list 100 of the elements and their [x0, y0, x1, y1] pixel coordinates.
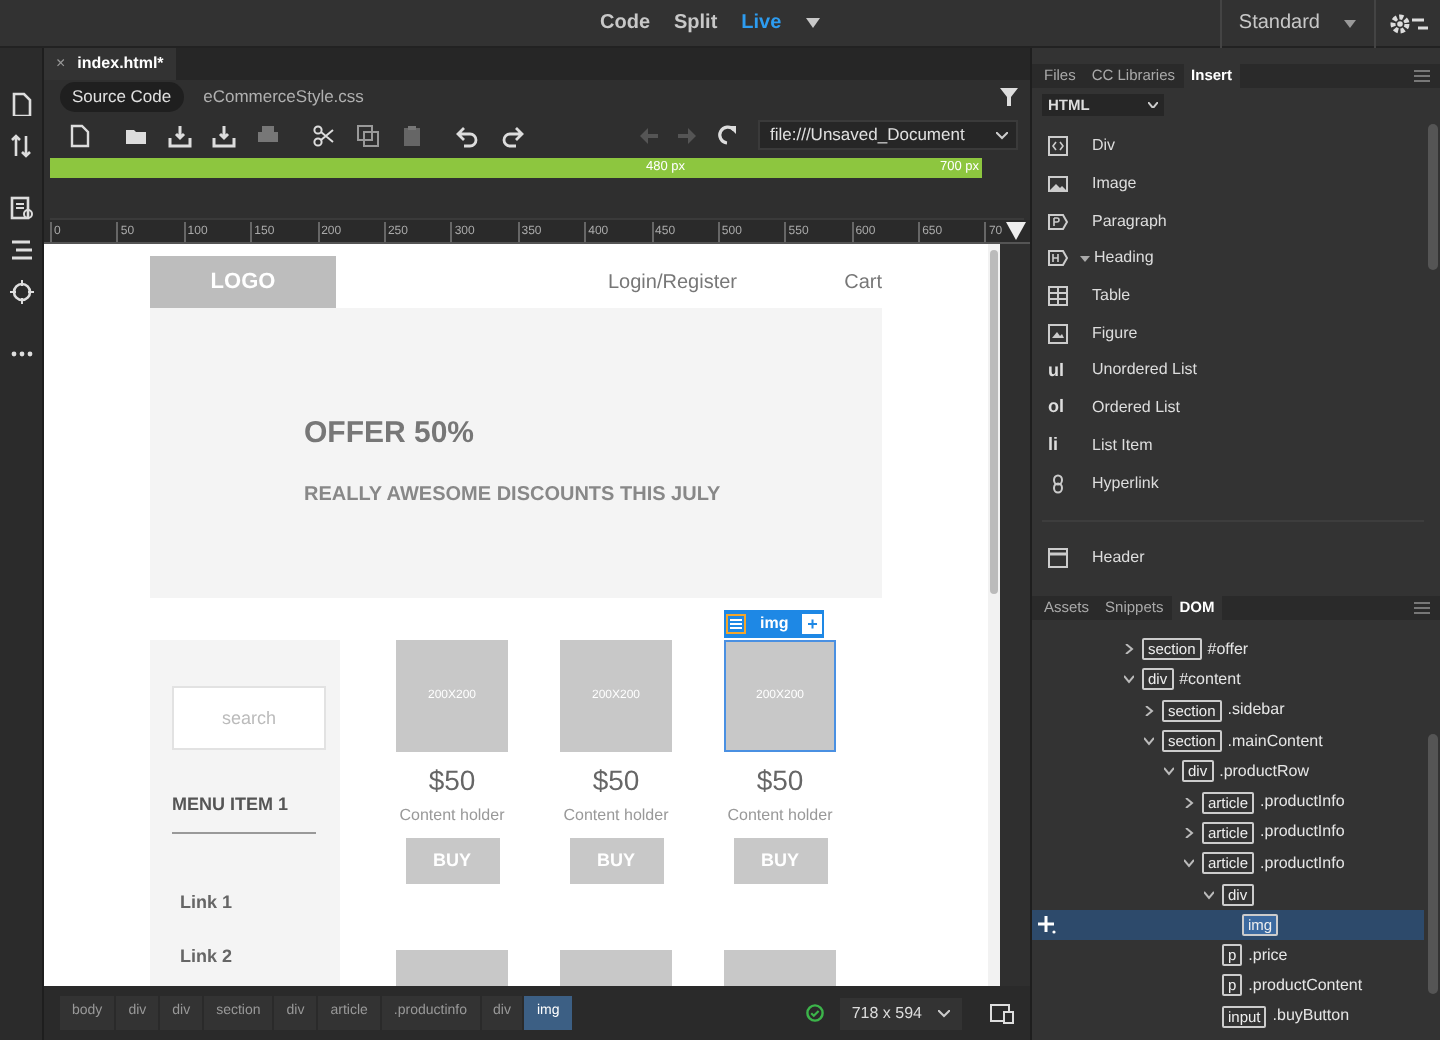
insert-item[interactable]: Figure [1042, 314, 1424, 353]
view-tab[interactable]: Live [741, 8, 782, 38]
expanded-caret-icon[interactable] [1164, 766, 1174, 777]
caret-icon[interactable] [996, 131, 1008, 139]
related-file-tab[interactable]: eCommerceStyle.css [191, 82, 376, 112]
element-selector: .productInfo [1260, 790, 1345, 815]
panel-menu-icon[interactable] [1414, 70, 1430, 82]
offer-subtitle: REALLY AWESOME DISCOUNTS THIS JULY [304, 481, 723, 509]
product-text: Content holder [563, 804, 669, 828]
insert-item[interactable]: Image [1042, 165, 1424, 203]
product-text: Content holder [727, 804, 833, 828]
file-icon[interactable] [9, 92, 33, 116]
logo: LOGO [150, 256, 336, 308]
scissors-icon[interactable] [312, 123, 336, 147]
insert-item[interactable]: ol Ordered List [1042, 389, 1424, 427]
add-button[interactable]: + [802, 614, 823, 634]
address-field[interactable]: file:///Unsaved_Document [758, 120, 1018, 150]
paragraph-icon [1048, 211, 1068, 232]
printer-icon[interactable] [256, 123, 280, 147]
sidebar-link[interactable]: Link 2 [180, 944, 340, 971]
price: $50 [756, 762, 804, 800]
view-tab[interactable]: Split [674, 8, 718, 38]
gear-icon[interactable] [1388, 11, 1428, 35]
element-selector: #offer [1207, 637, 1249, 662]
undo-icon[interactable] [456, 123, 480, 147]
scrollbar-thumb[interactable] [1427, 124, 1437, 270]
collapsed-caret-icon[interactable] [1184, 797, 1194, 808]
target-icon[interactable] [9, 280, 33, 304]
sort-arrows-icon[interactable] [9, 134, 33, 158]
offer-title: OFFER 50% [304, 414, 477, 454]
element-selector: .productRow [1219, 759, 1310, 784]
window-size-dropdown[interactable]: 718 x 594 [839, 997, 962, 1029]
nav-link[interactable]: Login/Register [608, 267, 737, 297]
expanded-caret-icon[interactable] [1204, 889, 1214, 900]
collapsed-caret-icon[interactable] [1184, 827, 1194, 838]
paste-icon[interactable] [400, 123, 424, 147]
element-tag: img [752, 612, 797, 636]
element-selector: #content [1179, 667, 1241, 692]
viewport-handle-icon[interactable] [1006, 222, 1026, 242]
insert-item[interactable]: Hyperlink [1042, 464, 1424, 502]
div-icon [1048, 136, 1068, 157]
image-placeholder [724, 950, 836, 986]
menu-icon[interactable] [726, 614, 746, 634]
insert-item[interactable]: Table [1042, 277, 1424, 315]
panel-menu-icon[interactable] [1414, 602, 1430, 614]
insert-item[interactable]: Heading [1042, 240, 1424, 278]
copy-icon[interactable] [356, 123, 380, 147]
download-icon[interactable] [212, 123, 236, 147]
element-selector: .buyButton [1272, 1004, 1350, 1029]
caret-icon [1344, 19, 1356, 27]
figure-icon [1048, 323, 1068, 344]
expanded-caret-icon[interactable] [1144, 736, 1154, 747]
caret-icon [1148, 102, 1158, 108]
redo-icon[interactable] [500, 123, 524, 147]
product-text: Content holder [399, 804, 505, 828]
new-file-icon[interactable] [68, 123, 92, 147]
device-preview-icon[interactable] [990, 1003, 1014, 1023]
document-tab[interactable]: × index.html* [44, 48, 176, 80]
element-selector: .productContent [1248, 973, 1363, 998]
element-hud[interactable]: img + [724, 610, 825, 638]
element-selector: .price [1248, 943, 1288, 968]
collapsed-caret-icon[interactable] [1144, 705, 1154, 716]
scrollbar-thumb[interactable] [1427, 734, 1437, 994]
expanded-caret-icon[interactable] [1184, 858, 1194, 869]
link-icon [1048, 473, 1068, 494]
header-icon [1048, 548, 1068, 569]
element-selector: .productInfo [1260, 851, 1345, 876]
image-placeholder [560, 950, 672, 986]
insert-item[interactable]: Div [1042, 128, 1424, 166]
view-tab[interactable]: Code [600, 8, 650, 38]
heading-icon [1048, 248, 1068, 269]
add-icon[interactable] [1038, 915, 1056, 934]
refresh-icon[interactable] [716, 124, 738, 146]
caret-icon [938, 1009, 950, 1017]
collapsed-caret-icon[interactable] [1124, 644, 1134, 655]
element-selector: .productInfo [1260, 820, 1345, 845]
item-glyph: li [1048, 432, 1059, 459]
menu-item[interactable]: MENU ITEM 1 [172, 792, 316, 833]
insert-item[interactable]: ul Unordered List [1042, 352, 1424, 390]
caret-icon[interactable] [805, 18, 820, 28]
close-button[interactable]: × [56, 52, 66, 76]
image-icon [1048, 174, 1068, 195]
element-selector: .mainContent [1227, 729, 1323, 754]
price: $50 [592, 762, 640, 800]
document-search-icon[interactable] [9, 196, 33, 220]
scrollbar-thumb[interactable] [990, 250, 998, 594]
insert-item[interactable]: li List Item [1042, 427, 1424, 465]
related-file-tab[interactable]: Source Code [60, 82, 184, 112]
tab-title: index.html* [77, 52, 164, 76]
download-icon[interactable] [168, 123, 192, 147]
item-glyph: ol [1048, 394, 1064, 421]
sidebar-link[interactable]: Link 1 [180, 889, 340, 916]
filter-icon[interactable] [1000, 88, 1018, 106]
price: $50 [428, 762, 476, 800]
check-circle-icon [805, 1004, 824, 1022]
lines-icon[interactable] [9, 238, 33, 262]
search-field[interactable]: search [172, 686, 326, 750]
nav-link[interactable]: Cart [844, 267, 882, 297]
expanded-caret-icon[interactable] [1124, 674, 1134, 685]
insert-item[interactable]: Header [1042, 539, 1424, 578]
